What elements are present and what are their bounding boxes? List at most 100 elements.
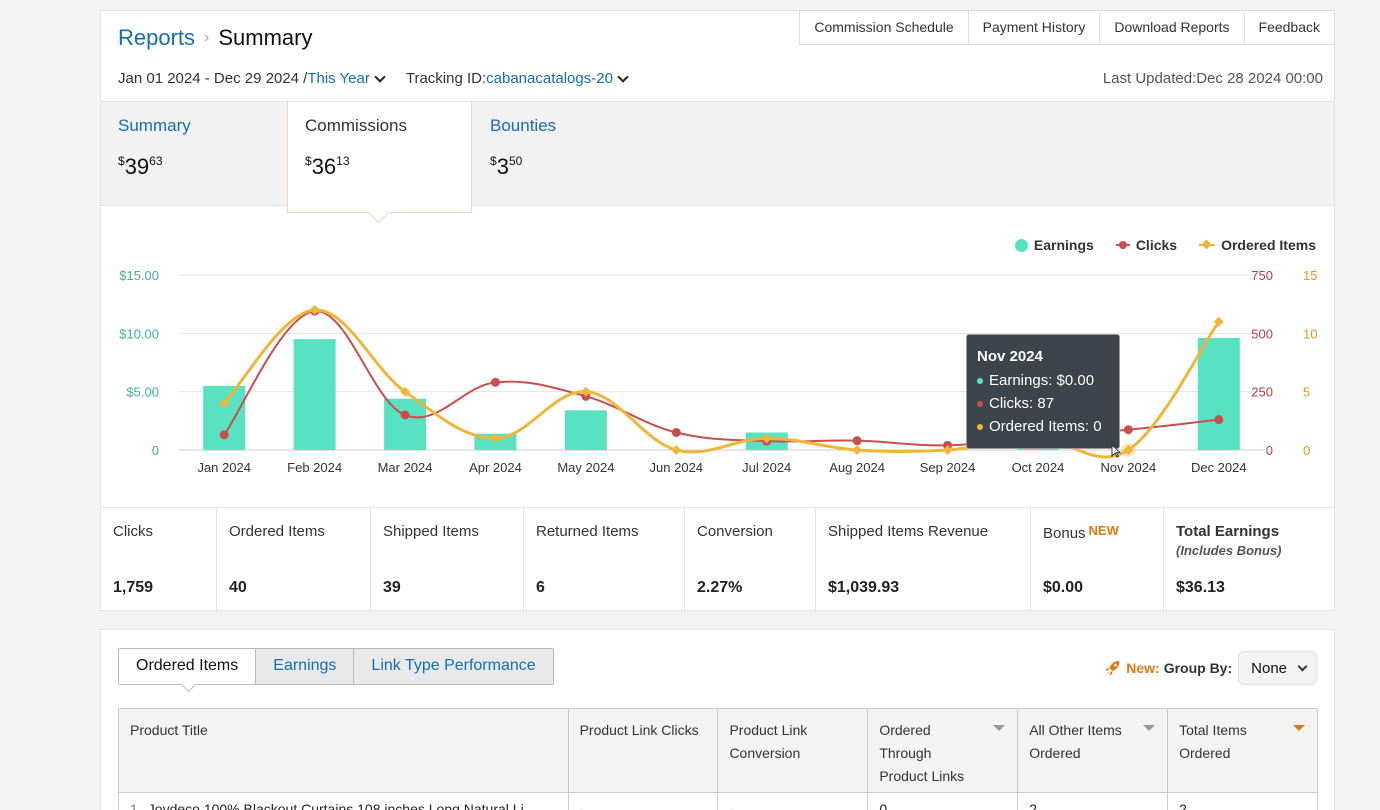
total-items-cell: 2	[1167, 793, 1317, 810]
clicks-point	[490, 377, 500, 387]
product-link-conversion-cell: -	[717, 793, 867, 810]
column-ordered-through-product-links[interactable]: Ordered Through Product Links	[867, 709, 1017, 792]
y-right-clicks-tick-label: 250	[1251, 385, 1273, 400]
clicks-point	[852, 436, 862, 446]
earnings-dot-icon	[977, 377, 983, 384]
table-header: Product Title Product Link Clicks Produc…	[119, 709, 1317, 793]
sort-caret-icon[interactable]	[1143, 725, 1156, 731]
summary-card: Reports › Summary Commission Schedule Pa…	[100, 10, 1335, 612]
tab-bounties[interactable]: Bounties $350	[473, 102, 659, 206]
stat-bonus: Bonus NEW $0.00	[1031, 508, 1164, 612]
sort-caret-icon[interactable]	[993, 725, 1006, 731]
x-tick-label: Oct 2024	[1012, 460, 1065, 475]
group-by-select[interactable]: None	[1238, 651, 1317, 685]
column-total-items-ordered[interactable]: Total Items Ordered	[1167, 709, 1317, 792]
earnings-bar	[1016, 448, 1059, 450]
y-right-ordered-tick-label: 5	[1303, 385, 1310, 400]
earnings-bar	[564, 410, 607, 450]
tooltip-earnings: Earnings: $0.00	[989, 372, 1095, 389]
x-tick-label: Dec 2024	[1191, 460, 1247, 475]
product-title-cell[interactable]: 1 Joydeco 100% Blackout Curtains 108 inch…	[119, 793, 568, 810]
column-all-other-items-ordered[interactable]: All Other Items Ordered	[1017, 709, 1167, 792]
clicks-dot-icon	[977, 400, 983, 407]
bounties-amount: $350	[490, 154, 523, 179]
tab-label: Commissions	[305, 116, 408, 135]
y-left-tick-label: 0	[152, 443, 159, 458]
x-tick-label: Mar 2024	[378, 460, 433, 475]
period-dropdown[interactable]: This Year	[307, 70, 370, 87]
stat-ordered-items: Ordered Items 40	[217, 508, 371, 612]
tracking-id-dropdown[interactable]: cabanacatalogs-20	[486, 70, 613, 87]
stat-total-earnings: Total Earnings (Includes Bonus) $36.13	[1176, 523, 1282, 596]
tab-commissions[interactable]: Commissions $3613	[287, 102, 472, 213]
clicks-point	[219, 430, 229, 440]
mouse-cursor-icon	[1111, 444, 1121, 458]
breadcrumb-reports-link[interactable]: Reports	[118, 25, 195, 51]
chevron-down-icon	[1297, 661, 1308, 671]
y-right-clicks-tick-label: 750	[1251, 268, 1273, 283]
tooltip-clicks: Clicks: 87	[989, 395, 1055, 412]
all-other-items-cell: 2	[1017, 793, 1167, 810]
tab-label: Bounties	[490, 116, 557, 135]
product-link-clicks-cell: -	[567, 793, 718, 810]
x-tick-label: Jan 2024	[197, 460, 251, 475]
column-product-link-clicks[interactable]: Product Link Clicks	[567, 709, 718, 792]
stat-clicks: Clicks 1,759	[101, 508, 217, 612]
payment-history-button[interactable]: Payment History	[968, 10, 1101, 45]
y-right-clicks-tick-label: 500	[1251, 326, 1273, 341]
tab-earnings[interactable]: Earnings	[255, 649, 354, 684]
date-filter-row: Jan 01 2024 - Dec 29 2024 / This Year Tr…	[118, 70, 631, 87]
date-range: Jan 01 2024 - Dec 29 2024 /	[118, 70, 308, 87]
report-tabs: Ordered Items Earnings Link Type Perform…	[118, 648, 554, 685]
ordered-dot-icon	[977, 423, 983, 430]
column-product-link-conversion[interactable]: Product Link Conversion	[717, 709, 867, 792]
tab-ordered-items[interactable]: Ordered Items	[119, 649, 256, 684]
sort-caret-icon[interactable]	[1292, 725, 1305, 731]
stats-row: Clicks 1,759 Ordered Items 40 Shipped It…	[101, 507, 1334, 612]
tab-link-type-performance[interactable]: Link Type Performance	[353, 649, 553, 684]
earnings-bar	[293, 339, 336, 450]
y-right-ordered-tick-label: 0	[1303, 443, 1310, 458]
group-by: New: Group By: None	[1104, 651, 1317, 685]
summary-amount: $3963	[118, 154, 163, 179]
chevron-down-icon[interactable]	[374, 70, 386, 83]
x-tick-label: Feb 2024	[287, 460, 342, 475]
ordered-through-cell: 0	[867, 793, 1017, 810]
top-links: Commission Schedule Payment History Down…	[799, 10, 1335, 45]
ordered-items-table: Product Title Product Link Clicks Produc…	[118, 708, 1318, 810]
stat-conversion: Conversion 2.27%	[685, 508, 816, 612]
chevron-down-icon[interactable]	[617, 70, 629, 83]
ordered-items-point	[671, 445, 682, 455]
column-product-title[interactable]: Product Title	[119, 709, 568, 792]
clicks-point	[400, 410, 410, 420]
clicks-point	[1214, 415, 1224, 425]
y-right-clicks-tick-label: 0	[1266, 443, 1273, 458]
tab-summary[interactable]: Summary $3963	[101, 102, 287, 206]
tracking-label: Tracking ID:	[405, 70, 487, 87]
feedback-button[interactable]: Feedback	[1244, 10, 1335, 45]
breadcrumb: Reports › Summary	[118, 25, 313, 51]
summary-tabs: Summary $3963 Commissions $3613 Bounties…	[101, 101, 1334, 213]
commissions-amount: $3613	[305, 154, 350, 179]
rocket-icon	[1105, 661, 1120, 676]
clicks-point	[671, 428, 681, 437]
x-tick-label: May 2024	[557, 460, 614, 475]
page-title: Summary	[218, 25, 313, 50]
group-by-label: Group By:	[1163, 660, 1233, 676]
last-updated: Last Updated:Dec 28 2024 00:00	[1102, 70, 1323, 87]
stat-shipped-items: Shipped Items 39	[371, 508, 524, 612]
x-tick-label: Sep 2024	[920, 460, 976, 475]
y-right-ordered-tick-label: 15	[1303, 268, 1317, 283]
tooltip-ordered: Ordered Items: 0	[989, 418, 1102, 435]
commission-schedule-button[interactable]: Commission Schedule	[799, 10, 969, 45]
y-left-tick-label: $5.00	[126, 385, 159, 400]
download-reports-button[interactable]: Download Reports	[1100, 10, 1245, 45]
y-right-ordered-tick-label: 10	[1303, 326, 1317, 341]
x-tick-label: Jul 2024	[742, 460, 791, 475]
ordered-items-point	[852, 445, 863, 455]
x-tick-label: Nov 2024	[1101, 460, 1157, 475]
stat-shipped-revenue: Shipped Items Revenue $1,039.93	[816, 508, 1031, 612]
x-tick-label: Jun 2024	[650, 460, 704, 475]
new-label: New:	[1126, 660, 1160, 676]
tooltip-title: Nov 2024	[977, 348, 1043, 365]
